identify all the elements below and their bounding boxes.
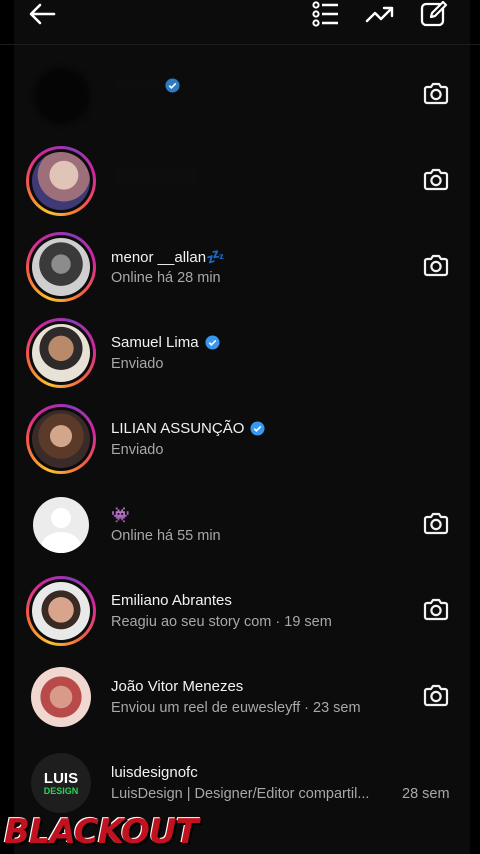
- conversation-name: João Vitor Menezes: [111, 678, 244, 695]
- conversation-name: luisdesignofc: [111, 764, 198, 781]
- avatar: [26, 576, 96, 646]
- avatar: [26, 146, 96, 216]
- conversation-status: LuisDesign | Designer/Editor compartil..…: [111, 786, 370, 802]
- avatar: [26, 662, 96, 732]
- conversation-name: Samuel Lima: [111, 334, 199, 351]
- conversation-name: 👾: [111, 507, 130, 524]
- conversation-name-group: Samuel Lima: [111, 334, 220, 351]
- conversation-status: Enviado: [111, 356, 164, 372]
- avatar: [26, 318, 96, 388]
- conversation-status: Reagiu ao seu story com · 19 sem: [111, 614, 332, 630]
- camera-icon[interactable]: [422, 682, 450, 710]
- conversation-name-group: LILIAN ASSUNÇÃO: [111, 420, 265, 437]
- trending-icon[interactable]: [364, 0, 396, 28]
- logo-text: DESIGN: [43, 785, 79, 796]
- conversation-status: Enviou um reel de euwesleyff · 23 sem: [111, 700, 361, 716]
- camera-icon[interactable]: [422, 80, 450, 108]
- watermark: BLACKOUT: [4, 812, 199, 852]
- conversation-row[interactable]: [0, 138, 480, 224]
- verified-icon: [205, 335, 220, 350]
- conversation-status: Online há 55 min: [111, 528, 221, 544]
- logo-text: LUIS: [43, 769, 79, 787]
- camera-icon[interactable]: [422, 510, 450, 538]
- conversation-row[interactable]: [0, 52, 480, 138]
- verified-icon: [165, 78, 180, 93]
- camera-icon[interactable]: [422, 166, 450, 194]
- conversation-name: Emiliano Abrantes: [111, 592, 232, 609]
- conversation-row[interactable]: João Vitor Menezes Enviou um reel de euw…: [0, 654, 480, 740]
- conversation-row[interactable]: 👾 Online há 55 min: [0, 482, 480, 568]
- conversation-row[interactable]: menor __allan💤 Online há 28 min: [0, 224, 480, 310]
- avatar: [26, 490, 96, 560]
- conversation-status: Enviado: [111, 442, 164, 458]
- edit-icon[interactable]: [418, 0, 450, 28]
- conversation-row[interactable]: Samuel Lima Enviado: [0, 310, 480, 396]
- conversation-row[interactable]: LILIAN ASSUNÇÃO Enviado: [0, 396, 480, 482]
- avatar: [26, 404, 96, 474]
- avatar: [26, 60, 96, 130]
- conversation-name: menor __allan💤: [111, 249, 225, 266]
- list-icon[interactable]: [310, 0, 342, 28]
- camera-icon[interactable]: [422, 596, 450, 624]
- back-arrow-icon[interactable]: [26, 0, 58, 28]
- camera-icon[interactable]: [422, 252, 450, 280]
- conversation-row[interactable]: Emiliano Abrantes Reagiu ao seu story co…: [0, 568, 480, 654]
- conversation-name: LILIAN ASSUNÇÃO: [111, 420, 245, 437]
- verified-icon: [250, 421, 265, 436]
- conversation-time: 28 sem: [402, 786, 450, 802]
- conversation-status: Online há 28 min: [111, 270, 221, 286]
- avatar: [26, 232, 96, 302]
- top-bar: [0, 0, 480, 45]
- avatar: LUIS DESIGN: [26, 748, 96, 818]
